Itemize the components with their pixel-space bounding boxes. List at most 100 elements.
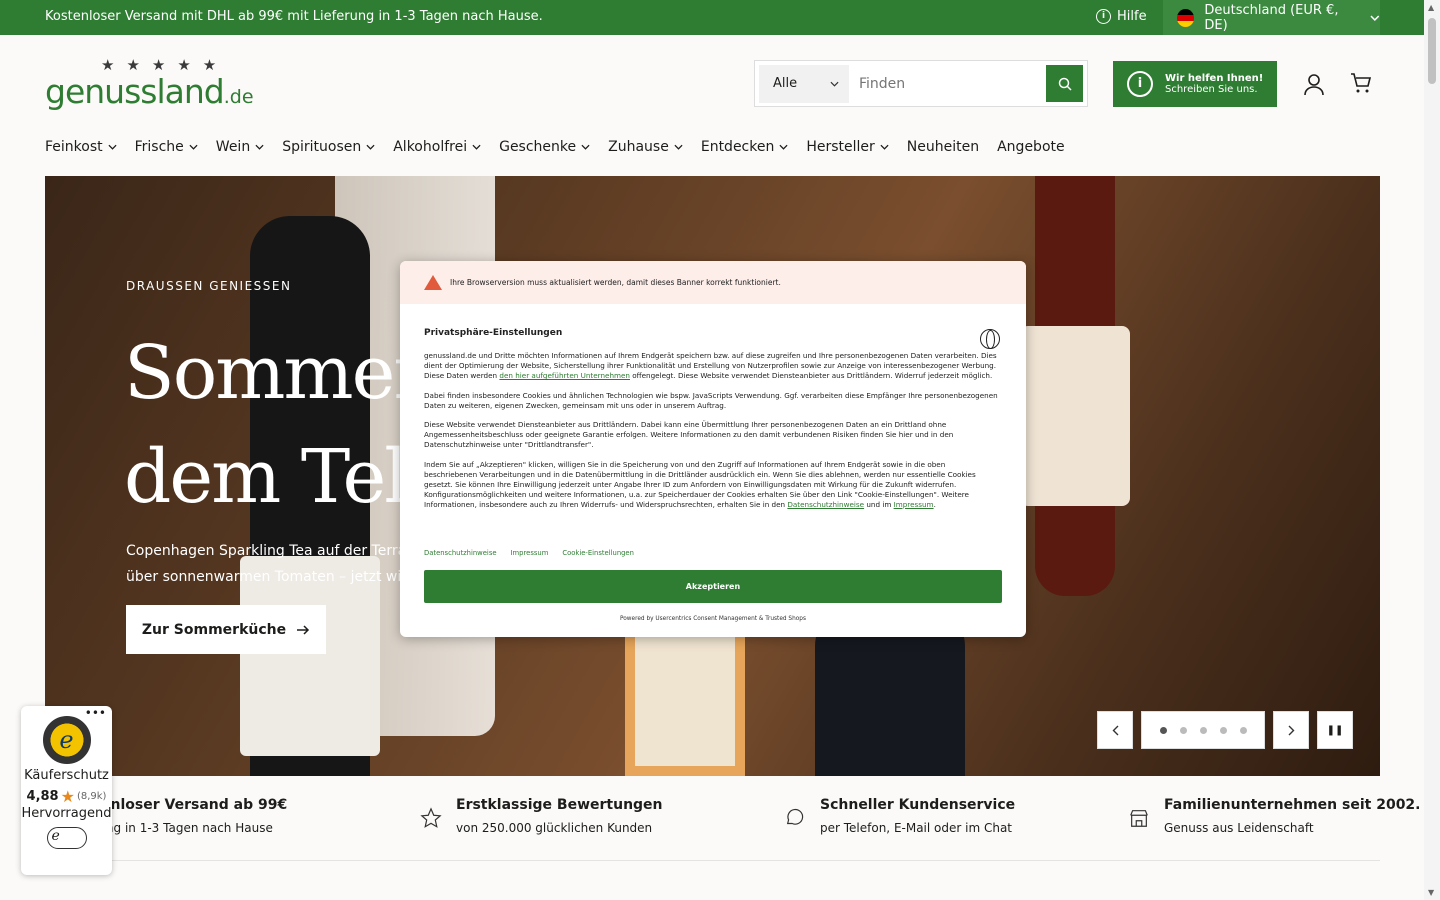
chevron-down-icon	[830, 81, 839, 87]
rating-score: 4,88 ★ (8,9k)	[26, 787, 107, 806]
powered-by: Powered by Usercentrics Consent Manageme…	[619, 616, 807, 622]
hero-cta-button[interactable]: Zur Sommerküche	[126, 605, 326, 654]
usp-title: stenloser Versand ab 99€	[86, 797, 288, 813]
nav-item-hersteller[interactable]: Hersteller	[806, 139, 889, 155]
help-link[interactable]: i Hilfe	[1096, 9, 1147, 24]
imprint-link[interactable]: Impressum	[511, 549, 549, 557]
privacy-inline-link[interactable]: Datenschutzhinweise	[787, 500, 864, 509]
shipping-notice: Kostenloser Versand mit DHL ab 99€ mit L…	[45, 9, 543, 24]
chevron-right-icon	[1288, 725, 1294, 735]
nav-item-neuheiten[interactable]: Neuheiten	[907, 139, 979, 155]
scroll-up-icon[interactable]: ▲	[1428, 3, 1434, 12]
search-button[interactable]	[1046, 65, 1083, 102]
nav-item-alkoholfrei[interactable]: Alkoholfrei	[393, 139, 481, 155]
nav-item-frische[interactable]: Frische	[135, 139, 198, 155]
scrollbar-thumb[interactable]	[1428, 18, 1436, 84]
chevron-down-icon	[779, 144, 788, 150]
nav-item-label: Angebote	[997, 139, 1065, 155]
chevron-down-icon	[366, 144, 375, 150]
cookie-settings-link[interactable]: Cookie-Einstellungen	[562, 549, 634, 557]
slider-dots	[1141, 711, 1265, 749]
cookie-body: genussland.de und Dritte möchten Informa…	[424, 351, 998, 509]
trusted-shops-seal-icon: e	[42, 716, 91, 764]
nav-item-wein[interactable]: Wein	[216, 139, 264, 155]
vendors-link[interactable]: den hier aufgeführten Unternehmen	[499, 371, 630, 380]
slider-dot[interactable]	[1179, 726, 1187, 734]
country-selector[interactable]: Deutschland (EUR €, DE)	[1163, 0, 1380, 35]
star-icon: ★	[60, 787, 75, 806]
chevron-down-icon	[472, 144, 481, 150]
page-scrollbar[interactable]: ▲ ▼	[1424, 0, 1440, 900]
cookie-title: Privatsphäre-Einstellungen	[424, 328, 563, 338]
search-category-value: Alle	[773, 76, 798, 91]
slider-dot[interactable]	[1159, 726, 1167, 734]
search-icon	[1058, 77, 1072, 91]
arrow-right-icon	[297, 624, 310, 635]
contact-help-button[interactable]: i Wir helfen Ihnen! Schreiben Sie uns.	[1113, 61, 1277, 107]
german-flag-icon	[1177, 8, 1195, 27]
nav-item-angebote[interactable]: Angebote	[997, 139, 1065, 155]
privacy-link[interactable]: Datenschutzhinweise	[424, 549, 497, 557]
usp-shipping: stenloser Versand ab 99€ erung in 1-3 Ta…	[86, 797, 287, 835]
buyer-protection-label: Käuferschutz	[24, 768, 109, 783]
usp-title: Schneller Kundenservice	[820, 797, 1016, 813]
nav-item-label: Hersteller	[806, 139, 875, 155]
nav-item-geschenke[interactable]: Geschenke	[499, 139, 590, 155]
chevron-down-icon	[880, 144, 889, 150]
usp-subtitle: von 250.000 glücklichen Kunden	[456, 821, 653, 835]
slider-pause-button[interactable]: ❚❚	[1317, 711, 1353, 749]
info-icon: i	[1096, 9, 1111, 24]
site-logo[interactable]: ★★★★★ genussland.de	[45, 56, 254, 114]
usp-service: Schneller Kundenservice per Telefon, E-M…	[784, 797, 1015, 835]
hero-kicker: DRAUSSEN GENIESSEN	[126, 279, 292, 293]
chevron-left-icon	[1112, 725, 1118, 735]
nav-item-label: Neuheiten	[906, 139, 980, 155]
star-outline-icon	[420, 807, 442, 828]
slider-dot[interactable]	[1239, 726, 1247, 734]
scroll-down-icon[interactable]: ▼	[1428, 888, 1434, 897]
usp-title: Familienunternehmen seit 2002.	[1164, 797, 1421, 813]
usp-title: Erstklassige Bewertungen	[456, 797, 663, 813]
nav-item-zuhause[interactable]: Zuhause	[608, 139, 683, 155]
slider-dot[interactable]	[1199, 726, 1207, 734]
cookie-consent-dialog: Ihre Browserversion muss aktualisiert we…	[400, 261, 1026, 637]
pause-icon: ❚❚	[1326, 724, 1344, 736]
browser-warning-text: Ihre Browserversion muss aktualisiert we…	[450, 278, 781, 287]
hero-jar-aioli-label	[635, 636, 735, 766]
country-label: Deutschland (EUR €, DE)	[1204, 2, 1339, 33]
more-options-icon[interactable]: •••	[85, 706, 106, 720]
nav-item-entdecken[interactable]: Entdecken	[701, 139, 789, 155]
nav-item-feinkost[interactable]: Feinkost	[45, 139, 117, 155]
search-input[interactable]	[849, 64, 1046, 103]
search-category-select[interactable]: Alle	[759, 64, 849, 103]
search-bar: Alle	[754, 60, 1088, 107]
language-globe-icon[interactable]	[980, 329, 1000, 349]
usp-ratings: Erstklassige Bewertungen von 250.000 glü…	[420, 797, 663, 835]
slider-next-button[interactable]	[1273, 711, 1309, 749]
nav-item-label: Alkoholfrei	[393, 139, 468, 155]
hero-subtext: Copenhagen Sparkling Tea auf der Terrass…	[126, 543, 429, 585]
help-subtitle: Schreiben Sie uns.	[1165, 84, 1258, 95]
warning-icon	[424, 275, 442, 290]
slider-dot[interactable]	[1219, 726, 1227, 734]
usp-subtitle: per Telefon, E-Mail oder im Chat	[820, 821, 1013, 835]
accept-button[interactable]: Akzeptieren	[424, 570, 1002, 603]
account-icon[interactable]	[1302, 72, 1326, 96]
shop-icon	[1130, 810, 1148, 827]
chat-icon	[786, 808, 804, 825]
help-label: Hilfe	[1117, 9, 1147, 24]
rating-text: Hervorragend	[21, 806, 112, 821]
nav-item-label: Spirituosen	[282, 139, 362, 155]
trusted-shops-badge[interactable]: ••• e Käuferschutz 4,88 ★ (8,9k) Hervorr…	[21, 706, 112, 875]
chevron-down-icon	[674, 144, 683, 150]
top-bar: Kostenloser Versand mit DHL ab 99€ mit L…	[0, 0, 1424, 35]
usp-subtitle: Genuss aus Leidenschaft	[1164, 821, 1314, 835]
chevron-down-icon	[189, 144, 198, 150]
trusted-shops-toggle[interactable]: e	[46, 827, 87, 849]
cart-icon[interactable]	[1350, 72, 1372, 94]
slider-prev-button[interactable]	[1097, 711, 1133, 749]
hero-bottle-sauce-label	[1020, 326, 1130, 506]
imprint-inline-link[interactable]: Impressum	[894, 500, 934, 509]
info-icon: i	[1127, 71, 1153, 97]
nav-item-spirituosen[interactable]: Spirituosen	[282, 139, 375, 155]
